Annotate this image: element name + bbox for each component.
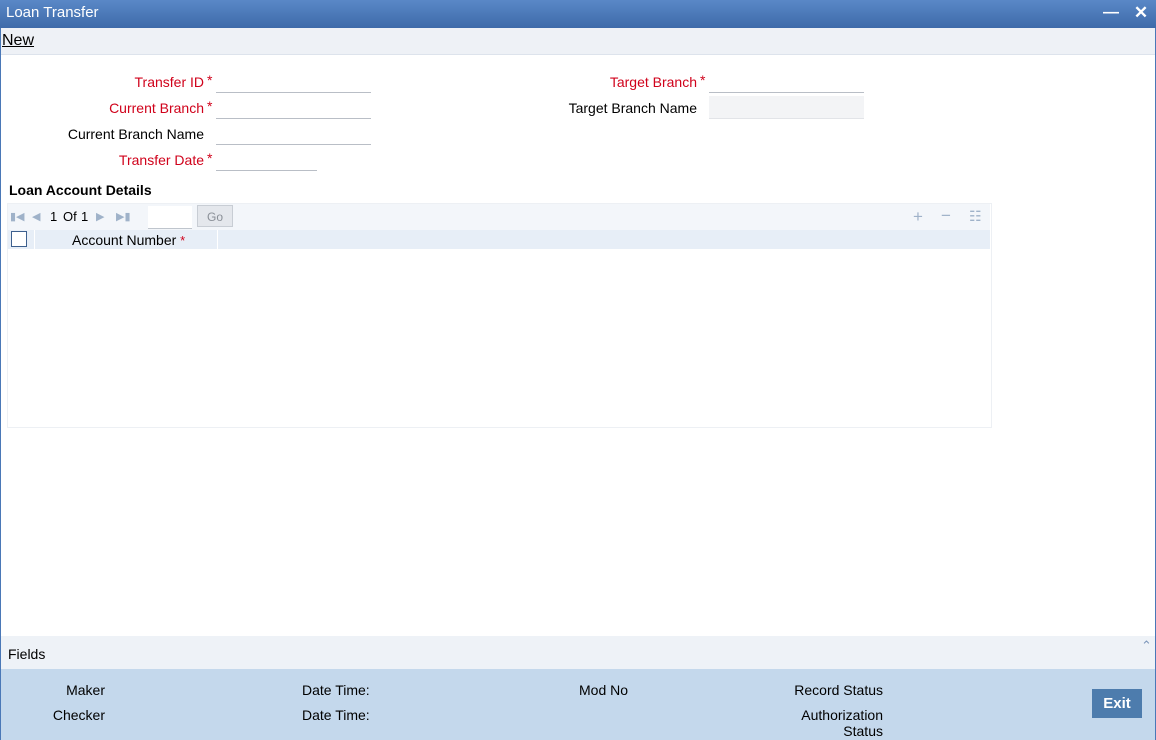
section-title: Loan Account Details	[9, 182, 152, 198]
add-row-icon[interactable]: +	[913, 207, 923, 227]
toolbar	[0, 28, 1156, 55]
page-number-input[interactable]	[148, 206, 192, 229]
fields-bar	[1, 636, 1155, 669]
close-icon[interactable]: ✕	[1132, 4, 1150, 22]
current-branch-input[interactable]	[216, 98, 371, 119]
account-number-column-header[interactable]: Account Number *	[72, 232, 185, 248]
checker-date-time-label: Date Time:	[302, 707, 370, 723]
transfer-date-input[interactable]	[216, 150, 317, 171]
column-divider	[34, 230, 35, 249]
fields-toggle[interactable]: Fields	[8, 646, 45, 662]
chevron-up-icon[interactable]: ⌃	[1141, 638, 1152, 654]
current-branch-name-label: Current Branch Name	[67, 126, 204, 142]
next-page-icon[interactable]: ▶	[96, 210, 104, 223]
transfer-id-input[interactable]	[216, 72, 371, 93]
transfer-id-label: Transfer ID	[134, 74, 205, 90]
prev-page-icon[interactable]: ◀	[32, 210, 40, 223]
transfer-date-required-marker: *	[207, 150, 213, 166]
new-button[interactable]: New	[2, 32, 34, 50]
minimize-icon[interactable]: —	[1102, 4, 1120, 22]
select-all-checkbox[interactable]	[11, 231, 27, 247]
window-title: Loan Transfer	[6, 4, 99, 21]
current-branch-label: Current Branch	[109, 100, 204, 116]
target-branch-name-label: Target Branch Name	[568, 100, 697, 116]
pager-current: 1	[50, 209, 58, 224]
window-border-left	[0, 28, 1, 740]
current-branch-name-input[interactable]	[216, 124, 371, 145]
window-title-bar	[0, 0, 1156, 28]
authorization-status-label: Authorization Status	[801, 707, 883, 739]
pager-total: 1	[81, 209, 89, 224]
maker-label: Maker	[66, 682, 105, 698]
column-divider	[217, 230, 218, 249]
pager-of-label: Of	[63, 209, 77, 224]
record-status-label: Record Status	[794, 682, 883, 698]
target-branch-input[interactable]	[709, 72, 864, 93]
view-row-icon[interactable]: ☷	[969, 208, 982, 225]
last-page-icon[interactable]: ▶▮	[116, 210, 131, 223]
transfer-date-label: Transfer Date	[118, 152, 204, 168]
mod-no-label: Mod No	[579, 682, 629, 698]
audit-panel	[1, 669, 1155, 740]
target-branch-name-input[interactable]	[709, 96, 864, 119]
current-branch-required-marker: *	[207, 98, 213, 114]
target-branch-label: Target Branch	[609, 74, 697, 90]
transfer-id-required-marker: *	[207, 72, 213, 88]
exit-button[interactable]: Exit	[1092, 689, 1142, 718]
go-button[interactable]: Go	[197, 205, 233, 227]
delete-row-icon[interactable]: −	[941, 206, 951, 226]
maker-date-time-label: Date Time:	[302, 682, 370, 698]
checker-label: Checker	[52, 707, 105, 723]
first-page-icon[interactable]: ▮◀	[10, 210, 25, 223]
target-branch-required-marker: *	[700, 72, 706, 88]
